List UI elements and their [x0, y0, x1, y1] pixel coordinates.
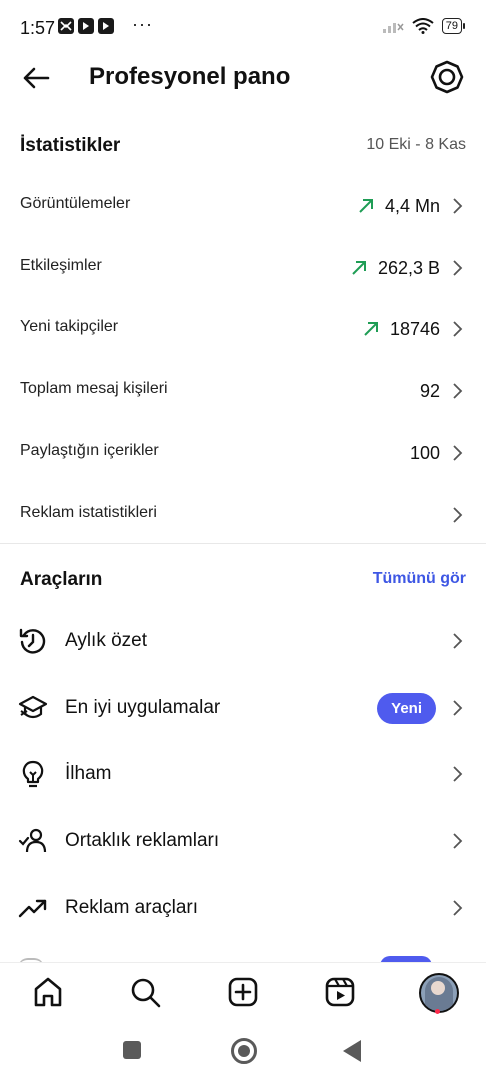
chevron-right-icon — [453, 766, 463, 782]
more-notifications-indicator: ··· — [132, 14, 153, 34]
stat-row-ad-statistics[interactable]: Reklam istatistikleri — [0, 484, 486, 546]
tool-label: İlham — [65, 763, 112, 784]
chevron-right-icon — [453, 321, 463, 337]
stat-value: 100 — [409, 442, 440, 463]
stat-row-interactions[interactable]: Etkileşimler 262,3 B — [0, 237, 486, 299]
status-bar: 1:57 ··· 79 — [0, 0, 486, 56]
tool-partnership-ads[interactable]: Ortaklık reklamları — [0, 810, 486, 876]
stat-value: 262,3 B — [377, 257, 440, 278]
tool-label: En iyi uygulamalar — [65, 697, 221, 718]
stat-label: Yeni takipçiler — [20, 318, 119, 335]
home-icon[interactable] — [31, 975, 65, 1009]
trend-up-arrow-icon — [352, 261, 366, 275]
app-header: Profesyonel pano — [0, 56, 486, 100]
chevron-right-icon — [453, 507, 463, 523]
chevron-right-icon — [453, 833, 463, 849]
stat-value: 18746 — [389, 318, 440, 339]
trend-up-arrow-icon — [359, 199, 373, 213]
stat-label: Reklam istatistikleri — [20, 504, 157, 521]
history-icon — [19, 628, 46, 654]
stat-row-views[interactable]: Görüntülemeler 4,4 Mn — [0, 175, 486, 237]
bottom-tab-bar — [0, 962, 486, 1025]
reels-icon[interactable] — [323, 975, 357, 1009]
stat-label: Görüntülemeler — [20, 195, 131, 212]
section-divider — [0, 543, 486, 544]
status-time: 1:57 — [20, 18, 56, 38]
notification-dot — [435, 1009, 440, 1014]
tool-inspiration[interactable]: İlham — [0, 743, 486, 809]
chevron-right-icon — [453, 445, 463, 461]
stat-row-new-followers[interactable]: Yeni takipçiler 18746 — [0, 298, 486, 360]
tool-ad-tools[interactable]: Reklam araçları — [0, 877, 486, 943]
app-notification-icon — [58, 18, 74, 34]
system-nav-bar — [0, 1024, 486, 1080]
chevron-right-icon — [453, 198, 463, 214]
tool-label: Aylık özet — [65, 630, 148, 651]
stat-label: Etkileşimler — [20, 257, 102, 274]
stat-row-message-contacts[interactable]: Toplam mesaj kişileri 92 — [0, 360, 486, 422]
home-button[interactable] — [231, 1038, 257, 1064]
profile-avatar[interactable] — [419, 973, 459, 1013]
youtube-notification-icon — [78, 18, 94, 34]
chevron-right-icon — [453, 383, 463, 399]
stats-section-header: İstatistikler 10 Eki - 8 Kas — [0, 133, 486, 159]
back-arrow-icon[interactable] — [20, 62, 52, 94]
trend-up-arrow-icon — [364, 322, 378, 336]
youtube-notification-icon — [98, 18, 114, 34]
gear-icon[interactable] — [430, 60, 464, 94]
battery-indicator: 79 — [441, 18, 466, 34]
tool-monthly-recap[interactable]: Aylık özet — [0, 610, 486, 676]
tool-best-practices[interactable]: En iyi uygulamalar Yeni — [0, 677, 486, 743]
see-all-link[interactable]: Tümünü gör — [373, 570, 466, 588]
wifi-icon — [412, 18, 434, 34]
stat-value: 4,4 Mn — [384, 195, 440, 216]
tool-label: Ortaklık reklamları — [65, 830, 220, 851]
stat-label: Toplam mesaj kişileri — [20, 380, 168, 397]
chevron-right-icon — [453, 900, 463, 916]
chevron-right-icon — [453, 633, 463, 649]
create-icon[interactable] — [226, 975, 260, 1009]
graduation-cap-icon — [18, 695, 48, 719]
stat-label: Paylaştığın içerikler — [20, 442, 159, 459]
stats-title: İstatistikler — [20, 135, 121, 156]
lightbulb-icon — [22, 760, 44, 788]
date-range[interactable]: 10 Eki - 8 Kas — [366, 136, 466, 154]
tools-title: Araçların — [20, 569, 103, 590]
system-status: 79 — [382, 18, 466, 34]
avatar-face — [431, 981, 445, 995]
stat-value: 92 — [419, 380, 440, 401]
tool-label: Reklam araçları — [65, 897, 199, 918]
recent-apps-button[interactable] — [123, 1041, 141, 1059]
stat-row-shared-content[interactable]: Paylaştığın içerikler 100 — [0, 422, 486, 484]
notification-icons — [58, 18, 114, 34]
back-button[interactable] — [343, 1040, 361, 1062]
new-badge: Yeni — [377, 693, 436, 724]
person-check-icon — [18, 828, 47, 853]
search-icon[interactable] — [128, 975, 162, 1009]
chevron-right-icon — [453, 700, 463, 716]
signal-icon — [382, 23, 404, 33]
trending-up-icon — [18, 899, 47, 918]
tools-section-header: Araçların Tümünü gör — [0, 567, 486, 593]
chevron-right-icon — [453, 260, 463, 276]
page-title: Profesyonel pano — [89, 63, 291, 90]
